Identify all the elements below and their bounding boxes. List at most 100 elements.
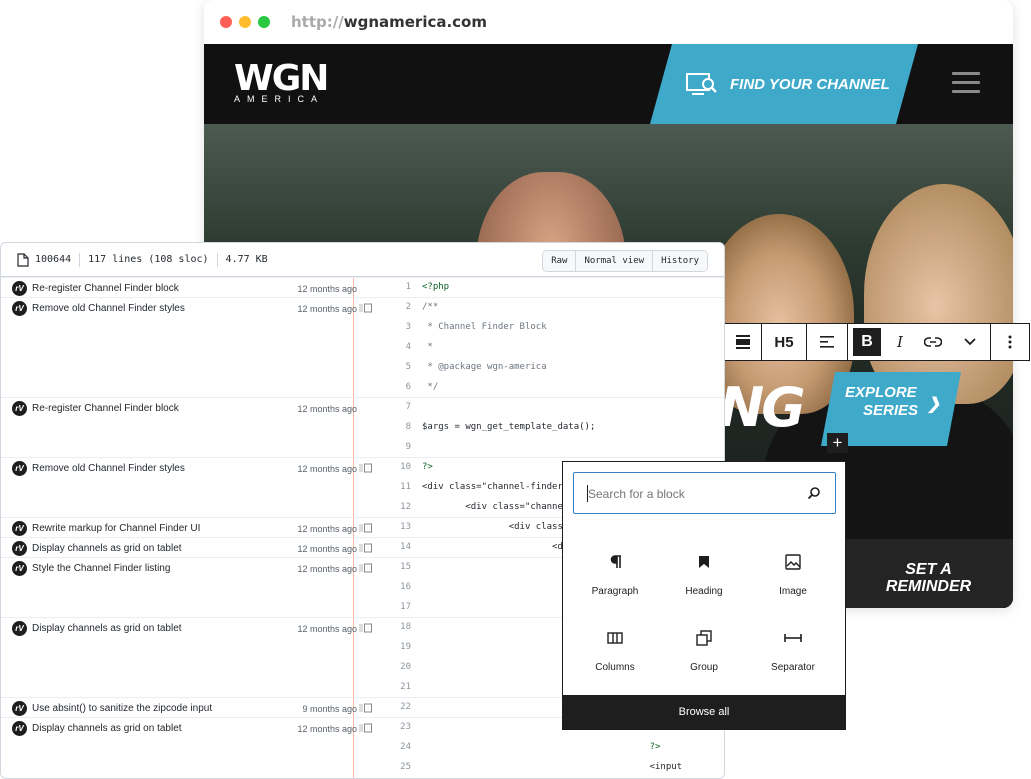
- avatar[interactable]: rV: [12, 701, 27, 716]
- line-number[interactable]: 2: [377, 302, 411, 312]
- commit-message-link[interactable]: Display channels as grid on tablet: [32, 623, 282, 634]
- commit-info: rV Display channels as grid on tablet 12 m…: [12, 721, 357, 736]
- line-number[interactable]: 20: [377, 662, 411, 672]
- italic-button[interactable]: I: [884, 324, 916, 360]
- line-number[interactable]: 25: [377, 762, 411, 772]
- reminder-line-2: REMINDER: [885, 578, 972, 595]
- avatar[interactable]: rV: [12, 301, 27, 316]
- more-options-icon[interactable]: [991, 324, 1029, 360]
- search-placeholder: Search for a block: [588, 487, 685, 501]
- line-number[interactable]: 18: [377, 622, 411, 632]
- zoom-window-dot[interactable]: [258, 16, 270, 28]
- text-align-icon[interactable]: [807, 324, 847, 360]
- avatar[interactable]: rV: [12, 541, 27, 556]
- block-item-paragraph[interactable]: Paragraph: [575, 550, 655, 597]
- close-window-dot[interactable]: [220, 16, 232, 28]
- add-block-plus-icon[interactable]: +: [827, 433, 848, 453]
- raw-button[interactable]: Raw: [543, 251, 576, 271]
- code-line: * Channel Finder Block: [422, 322, 547, 332]
- line-number[interactable]: 19: [377, 642, 411, 652]
- line-number[interactable]: 12: [377, 502, 411, 512]
- block-item-separator[interactable]: Separator: [753, 626, 833, 673]
- image-icon: [753, 550, 833, 574]
- browser-url-bar: http://wgnamerica.com: [204, 0, 1013, 44]
- line-number[interactable]: 1: [377, 282, 411, 292]
- url-protocol: http://: [291, 13, 344, 31]
- set-reminder-button[interactable]: SET A REMINDER: [844, 539, 1013, 608]
- commit-age: 12 months ago: [297, 723, 357, 734]
- line-number[interactable]: 10: [377, 462, 411, 472]
- line-number[interactable]: 22: [377, 702, 411, 712]
- hamburger-menu-icon[interactable]: [952, 72, 980, 99]
- commit-message-link[interactable]: Display channels as grid on tablet: [32, 723, 282, 734]
- commit-message-link[interactable]: Style the Channel Finder listing: [32, 563, 282, 574]
- commit-message-link[interactable]: Re-register Channel Finder block: [32, 283, 282, 294]
- block-item-image[interactable]: Image: [753, 550, 833, 597]
- code-line: /**: [422, 302, 439, 312]
- code-line: <?php: [422, 282, 450, 292]
- avatar[interactable]: rV: [12, 721, 27, 736]
- avatar[interactable]: rV: [12, 521, 27, 536]
- commit-message-link[interactable]: Re-register Channel Finder block: [32, 403, 282, 414]
- minimize-window-dot[interactable]: [239, 16, 251, 28]
- avatar[interactable]: rV: [12, 281, 27, 296]
- block-item-label: Paragraph: [591, 586, 639, 597]
- line-number[interactable]: 5: [377, 362, 411, 372]
- commit-message-link[interactable]: Rewrite markup for Channel Finder UI: [32, 523, 282, 534]
- find-channel-button[interactable]: FIND YOUR CHANNEL: [650, 44, 918, 124]
- line-number[interactable]: 9: [377, 442, 411, 452]
- line-number[interactable]: 15: [377, 562, 411, 572]
- line-number[interactable]: 23: [377, 722, 411, 732]
- commit-message-link[interactable]: Display channels as grid on tablet: [32, 543, 282, 554]
- reblame-icon[interactable]: [359, 623, 372, 633]
- line-number[interactable]: 11: [377, 482, 411, 492]
- commit-message-link[interactable]: Remove old Channel Finder styles: [32, 303, 282, 314]
- reblame-icon[interactable]: [359, 523, 372, 533]
- line-number[interactable]: 14: [377, 542, 411, 552]
- commit-message-link[interactable]: Use absint() to sanitize the zipcode inp…: [32, 703, 282, 714]
- avatar[interactable]: rV: [12, 621, 27, 636]
- reblame-icon[interactable]: [359, 723, 372, 733]
- reblame-icon[interactable]: [359, 563, 372, 573]
- block-item-group[interactable]: Group: [664, 626, 744, 673]
- code-line: <div class: [422, 522, 563, 532]
- link-icon[interactable]: [916, 324, 950, 360]
- line-number[interactable]: 16: [377, 582, 411, 592]
- wgn-logo[interactable]: WGN AMERICA: [234, 61, 329, 105]
- avatar[interactable]: rV: [12, 461, 27, 476]
- block-item-columns[interactable]: Columns: [575, 626, 655, 673]
- line-number[interactable]: 4: [377, 342, 411, 352]
- block-search-input[interactable]: Search for a block: [573, 472, 836, 514]
- browse-all-button[interactable]: Browse all: [563, 695, 845, 729]
- line-number[interactable]: 21: [377, 682, 411, 692]
- commit-age: 12 months ago: [297, 623, 357, 634]
- bold-label: B: [853, 328, 881, 356]
- blame-group: rV Remove old Channel Finder styles 12 mon…: [1, 297, 724, 397]
- separator-icon: [753, 626, 833, 650]
- reblame-icon[interactable]: [359, 303, 372, 313]
- address-bar[interactable]: http://wgnamerica.com: [291, 13, 487, 31]
- line-number[interactable]: 6: [377, 382, 411, 392]
- line-number[interactable]: 17: [377, 602, 411, 612]
- reblame-icon[interactable]: [359, 463, 372, 473]
- commit-info: rV Re-register Channel Finder block 12 mon…: [12, 281, 357, 296]
- reblame-icon[interactable]: [359, 543, 372, 553]
- line-number[interactable]: 24: [377, 742, 411, 752]
- history-button[interactable]: History: [652, 251, 707, 271]
- line-number[interactable]: 13: [377, 522, 411, 532]
- avatar[interactable]: rV: [12, 561, 27, 576]
- commit-info: rV Re-register Channel Finder block 12 mon…: [12, 401, 357, 416]
- line-number[interactable]: 7: [377, 402, 411, 412]
- align-full-icon[interactable]: [725, 324, 761, 360]
- chevron-down-icon[interactable]: [950, 324, 990, 360]
- logo-sub-text: AMERICA: [234, 94, 325, 104]
- normal-view-button[interactable]: Normal view: [575, 251, 653, 271]
- commit-message-link[interactable]: Remove old Channel Finder styles: [32, 463, 282, 474]
- heading-level-button[interactable]: H5: [762, 324, 806, 360]
- line-number[interactable]: 3: [377, 322, 411, 332]
- block-item-heading[interactable]: Heading: [664, 550, 744, 597]
- line-number[interactable]: 8: [377, 422, 411, 432]
- reblame-icon[interactable]: [359, 703, 372, 713]
- avatar[interactable]: rV: [12, 401, 27, 416]
- bold-button[interactable]: B: [850, 324, 884, 360]
